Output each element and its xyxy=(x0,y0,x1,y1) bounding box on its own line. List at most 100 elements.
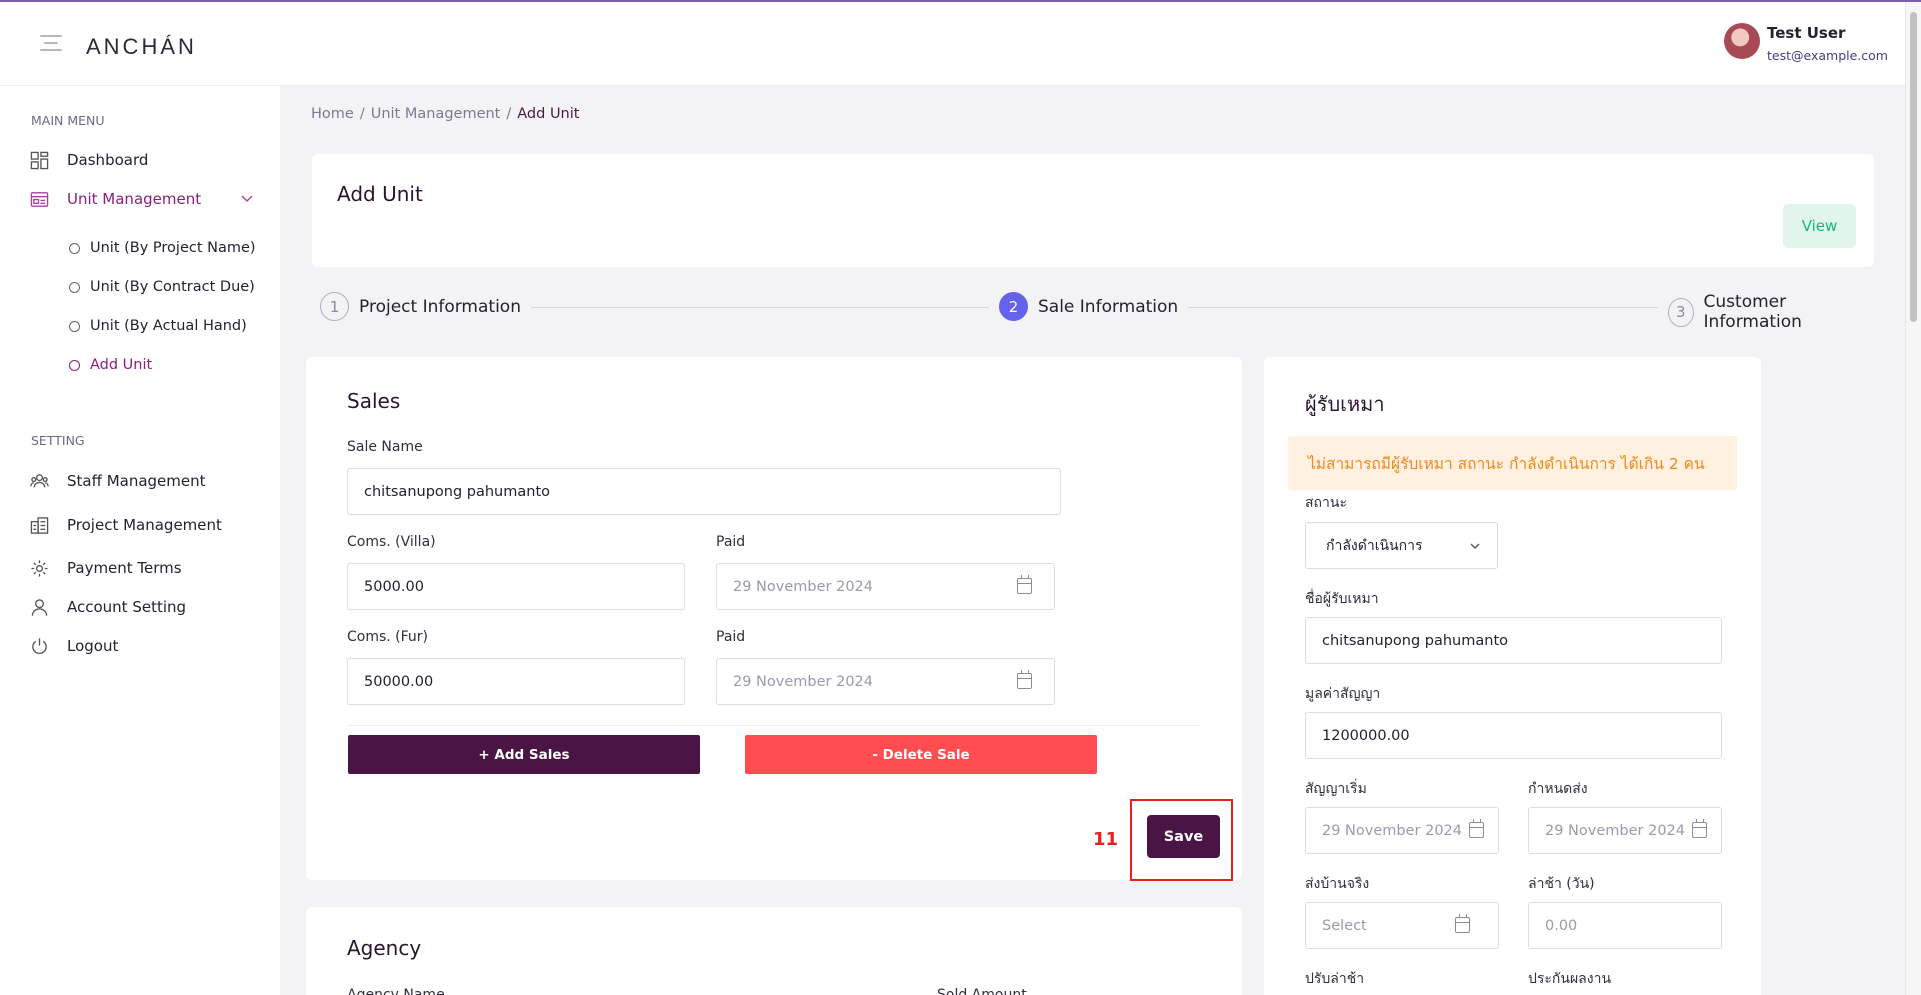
avatar[interactable] xyxy=(1724,23,1760,59)
late-penalty-label: ปรับล่าช้า xyxy=(1305,971,1365,987)
breadcrumb-home[interactable]: Home xyxy=(311,106,354,122)
bullet-icon xyxy=(69,281,80,293)
divider xyxy=(347,725,1201,726)
sidebar-subitem-by-contract[interactable]: Unit (By Contract Due) xyxy=(69,279,255,295)
subitem-label: Unit (By Project Name) xyxy=(90,240,256,256)
step-number: 3 xyxy=(1668,297,1694,327)
sale-name-input[interactable]: chitsanupong pahumanto xyxy=(347,468,1061,515)
step-label: Sale Information xyxy=(1038,296,1179,317)
hamburger-menu-icon[interactable] xyxy=(40,35,62,51)
sidebar-item-label: Account Setting xyxy=(67,598,187,616)
gear-icon xyxy=(31,559,48,577)
power-icon xyxy=(32,637,47,654)
paid-villa-label: Paid xyxy=(716,534,746,550)
due-date-label: กำหนดส่ง xyxy=(1528,781,1588,797)
step-label: Customer Information xyxy=(1703,292,1802,332)
sidebar-item-label: Unit Management xyxy=(67,190,202,208)
users-icon xyxy=(30,473,49,487)
sidebar-item-project-management[interactable]: Project Management xyxy=(30,512,222,538)
delete-sale-button[interactable]: - Delete Sale xyxy=(745,735,1097,774)
status-value: กำลังดำเนินการ xyxy=(1326,537,1423,554)
user-email: test@example.com xyxy=(1767,48,1888,63)
sales-title: Sales xyxy=(347,389,401,413)
date-value: 29 November 2024 xyxy=(733,578,874,595)
breadcrumb: Home / Unit Management / Add Unit xyxy=(311,106,579,122)
coms-fur-label: Coms. (Fur) xyxy=(347,629,429,645)
late-days-label: ล่าช้า (วัน) xyxy=(1528,876,1595,892)
calendar-icon xyxy=(1469,819,1484,838)
setting-heading: SETTING xyxy=(31,433,85,448)
coms-villa-input[interactable]: 5000.00 xyxy=(347,563,685,610)
sidebar-item-account-setting[interactable]: Account Setting xyxy=(30,594,186,620)
sidebar-item-payment-terms[interactable]: Payment Terms xyxy=(30,555,182,581)
sidebar-subitem-add-unit[interactable]: Add Unit xyxy=(69,357,152,373)
date-value: 29 November 2024 xyxy=(1322,822,1463,839)
agency-title: Agency xyxy=(347,936,422,960)
sidebar-item-staff-management[interactable]: Staff Management xyxy=(30,468,206,494)
paid-villa-date-input[interactable]: 29 November 2024 xyxy=(716,563,1055,610)
view-button[interactable]: View xyxy=(1783,204,1856,248)
sidebar-item-label: Dashboard xyxy=(67,151,149,169)
sidebar: MAIN MENU Dashboard Unit Management Unit… xyxy=(0,86,280,995)
step-number: 2 xyxy=(999,292,1028,321)
agency-card: Agency Agency Name Sold Amount xyxy=(306,907,1242,995)
date-placeholder: Select xyxy=(1322,917,1367,934)
building-icon xyxy=(30,516,49,534)
app-logo[interactable]: ANCHÁN xyxy=(86,34,197,60)
sales-card: Sales Sale Name chitsanupong pahumanto C… xyxy=(306,357,1242,880)
unit-management-icon xyxy=(30,191,49,207)
contractor-title: ผู้รับเหมา xyxy=(1305,392,1385,416)
calendar-icon xyxy=(1455,914,1470,933)
step-connector xyxy=(1160,307,1680,308)
breadcrumb-separator: / xyxy=(506,106,512,122)
stepper: 1 Project Information 2 Sale Information… xyxy=(320,292,1866,332)
sidebar-item-label: Project Management xyxy=(67,516,222,534)
sidebar-item-label: Payment Terms xyxy=(67,559,182,577)
actual-handover-date-input[interactable]: Select xyxy=(1305,902,1499,949)
breadcrumb-unit-management[interactable]: Unit Management xyxy=(371,106,501,122)
sidebar-subitem-by-actual[interactable]: Unit (By Actual Hand) xyxy=(69,318,247,334)
step-project-information[interactable]: 1 Project Information xyxy=(320,292,531,321)
add-sales-button[interactable]: + Add Sales xyxy=(348,735,700,774)
contractor-card: ผู้รับเหมา ไม่สามารถมีผู้รับเหมา สถานะ ก… xyxy=(1264,357,1761,995)
scrollbar-thumb[interactable] xyxy=(1910,12,1917,322)
page-header-card: Add Unit View xyxy=(312,154,1874,267)
subitem-label: Add Unit xyxy=(90,357,153,373)
step-customer-information[interactable]: 3 Customer Information xyxy=(1658,292,1866,332)
contract-value-label: มูลค่าสัญญา xyxy=(1305,686,1381,702)
top-header: ANCHÁN Test User test@example.com xyxy=(0,2,1905,86)
sidebar-item-unit-management[interactable]: Unit Management xyxy=(30,186,253,212)
contractor-name-input[interactable]: chitsanupong pahumanto xyxy=(1305,617,1722,664)
page-title: Add Unit xyxy=(337,182,423,206)
subitem-label: Unit (By Contract Due) xyxy=(90,279,255,295)
user-name[interactable]: Test User xyxy=(1767,24,1845,42)
actual-handover-label: ส่งบ้านจริง xyxy=(1305,876,1370,892)
status-label: สถานะ xyxy=(1305,495,1347,511)
contract-value-input[interactable]: 1200000.00 xyxy=(1305,712,1722,759)
coms-fur-input[interactable]: 50000.00 xyxy=(347,658,685,705)
page-scrollbar[interactable] xyxy=(1905,2,1921,995)
calendar-icon xyxy=(1017,670,1032,689)
contract-start-date-input[interactable]: 29 November 2024 xyxy=(1305,807,1499,854)
bullet-icon xyxy=(69,242,80,254)
paid-fur-label: Paid xyxy=(716,629,746,645)
date-value: 29 November 2024 xyxy=(1545,822,1686,839)
chevron-down-icon xyxy=(1470,543,1480,549)
paid-fur-date-input[interactable]: 29 November 2024 xyxy=(716,658,1055,705)
sale-name-label: Sale Name xyxy=(347,439,423,455)
contractor-name-label: ชื่อผู้รับเหมา xyxy=(1305,591,1379,607)
subitem-label: Unit (By Actual Hand) xyxy=(90,318,247,334)
date-value: 29 November 2024 xyxy=(733,673,874,690)
due-date-input[interactable]: 29 November 2024 xyxy=(1528,807,1722,854)
sold-amount-label: Sold Amount xyxy=(937,987,1027,995)
late-days-input[interactable]: 0.00 xyxy=(1528,902,1722,949)
status-select[interactable]: กำลังดำเนินการ xyxy=(1305,522,1498,569)
agency-name-label: Agency Name xyxy=(347,987,445,995)
sidebar-subitem-by-project[interactable]: Unit (By Project Name) xyxy=(69,240,256,256)
step-sale-information[interactable]: 2 Sale Information xyxy=(989,292,1189,321)
sidebar-item-logout[interactable]: Logout xyxy=(30,633,118,659)
bullet-icon xyxy=(69,359,80,371)
calendar-icon xyxy=(1692,819,1707,838)
contractor-warning-alert: ไม่สามารถมีผู้รับเหมา สถานะ กำลังดำเนินก… xyxy=(1288,436,1737,490)
sidebar-item-dashboard[interactable]: Dashboard xyxy=(30,147,148,173)
